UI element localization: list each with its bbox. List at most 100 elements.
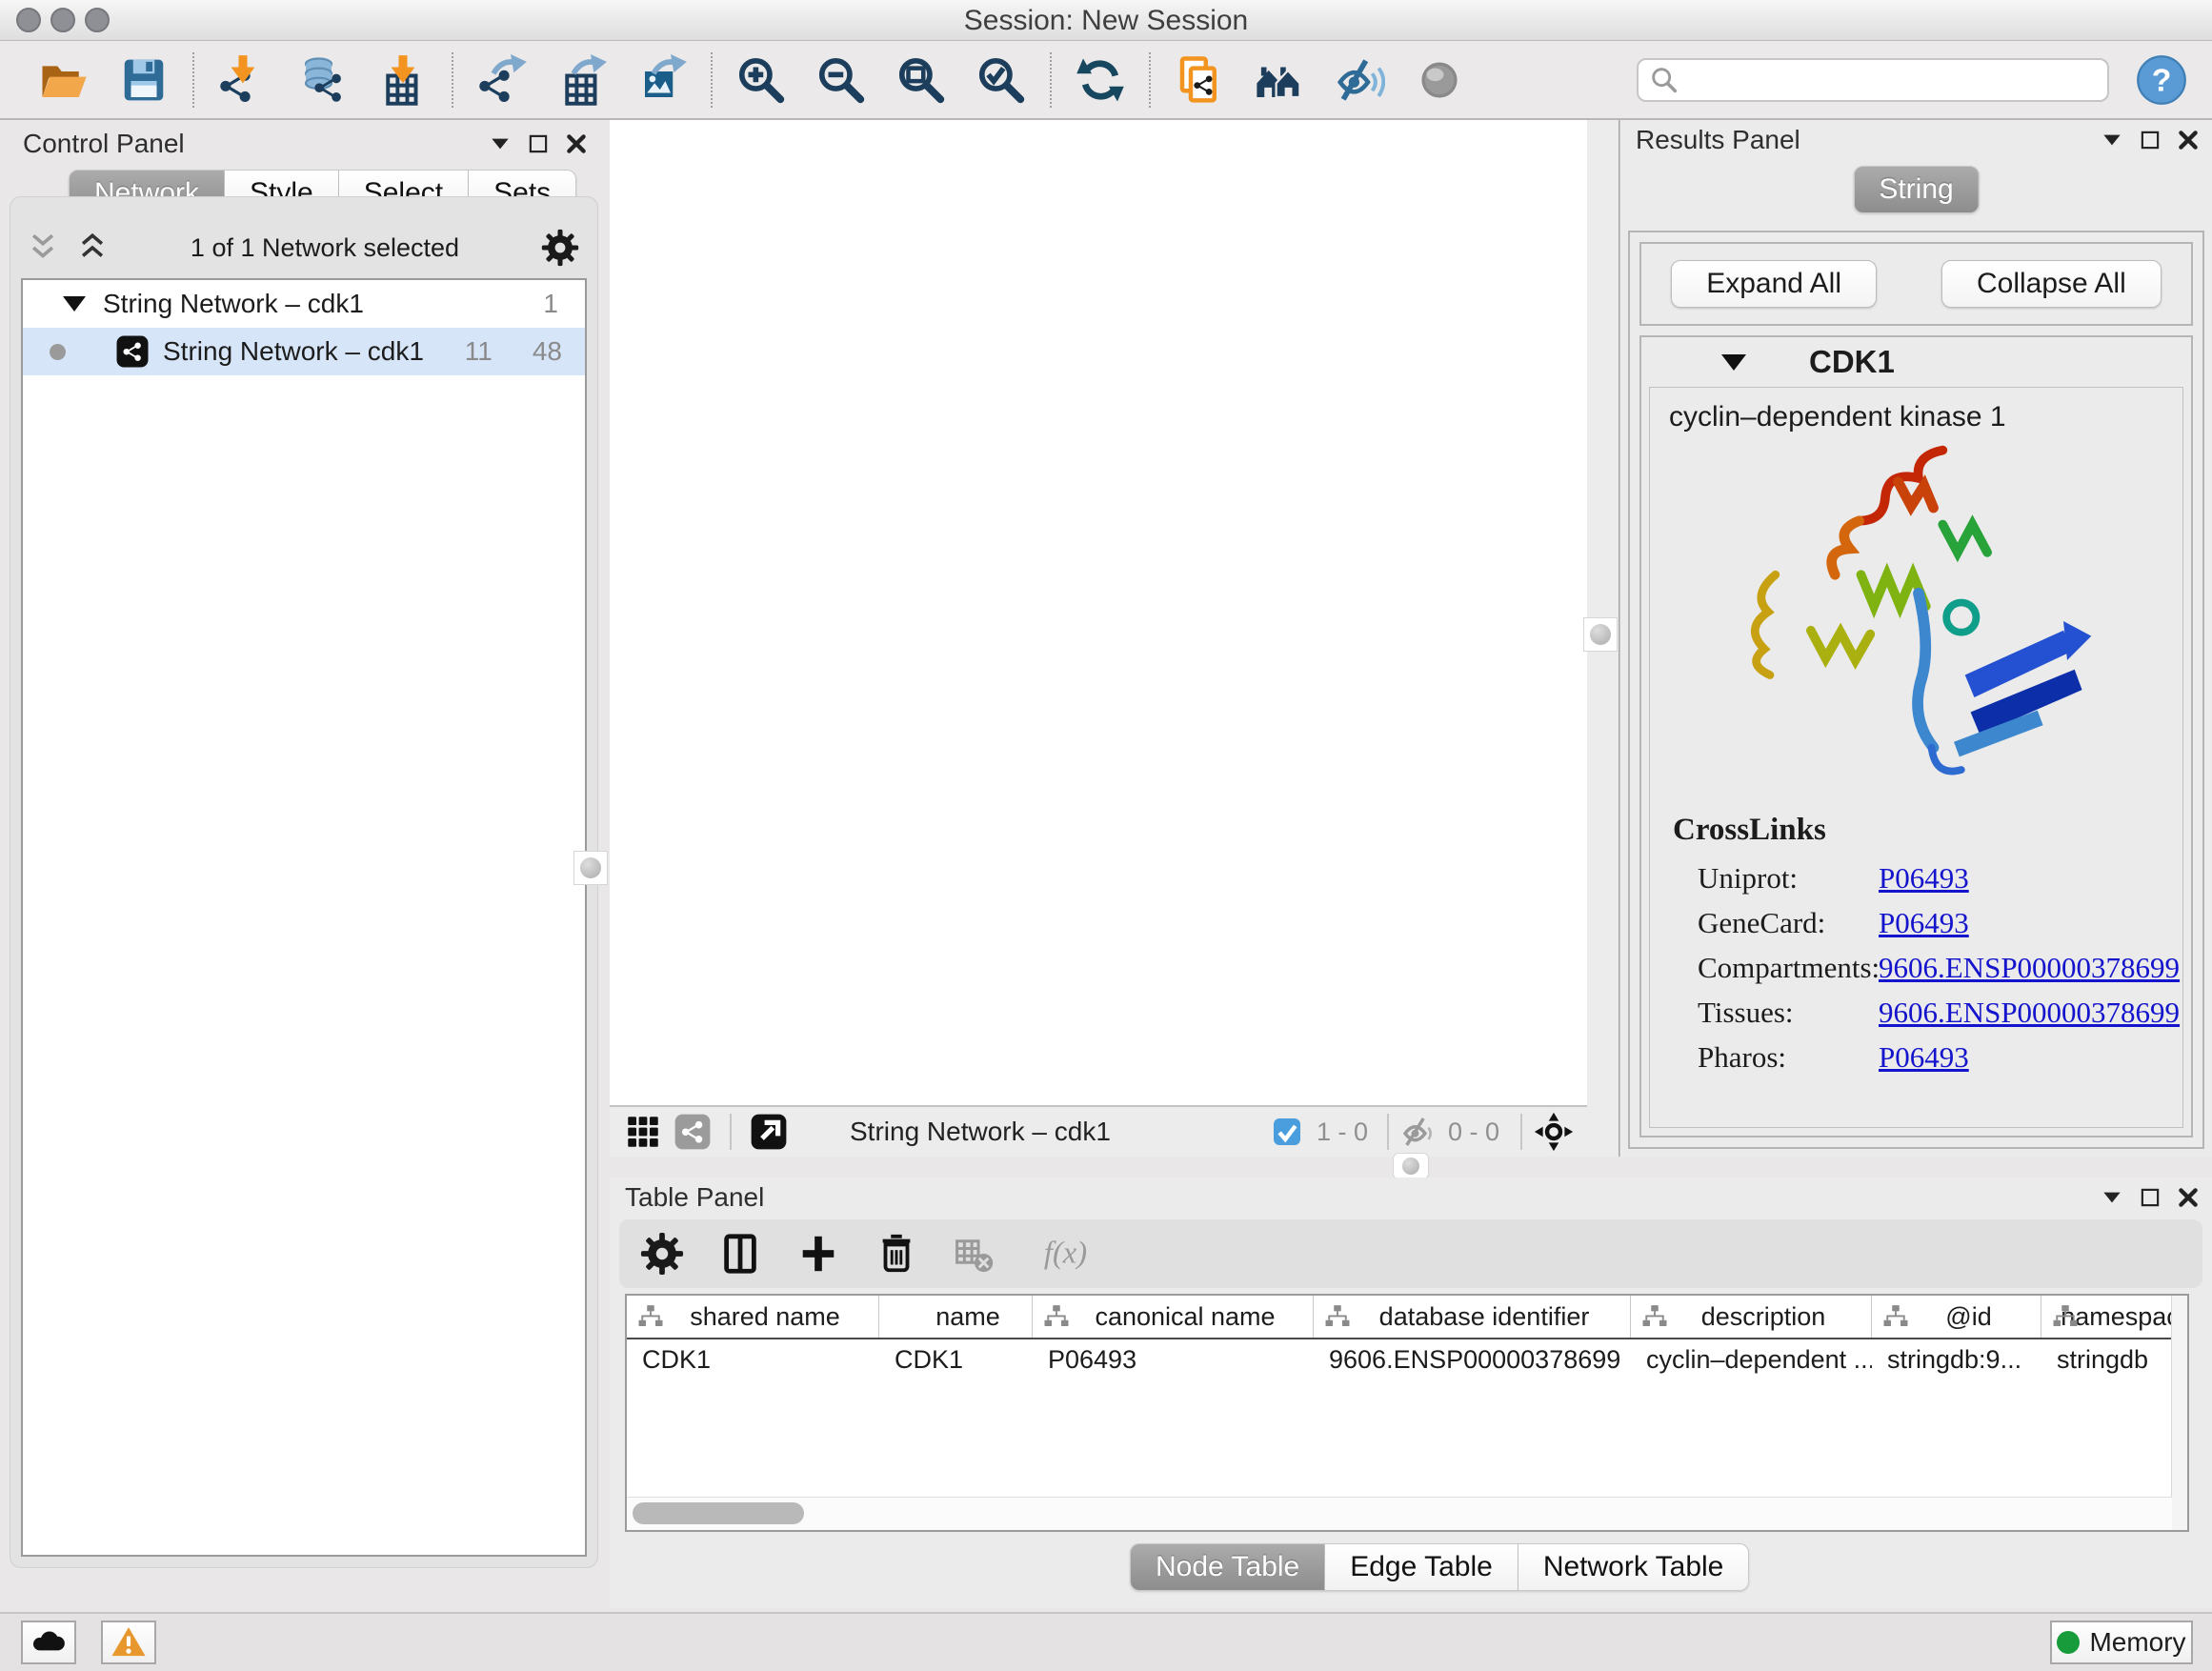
table-options-gear-icon[interactable] [640,1232,684,1276]
save-session-button[interactable] [118,54,170,106]
delete-table-icon [953,1232,996,1276]
tab-edge-table[interactable]: Edge Table [1325,1543,1518,1591]
table-cell[interactable]: CDK1 [879,1339,1033,1379]
column-label: shared name [690,1302,840,1332]
control-panel: Control Panel NetworkStyleSelectSets 1 o… [8,124,600,1608]
tab-node-table[interactable]: Node Table [1130,1543,1325,1591]
close-panel-icon[interactable] [2176,1185,2201,1210]
column-header-canonical-name[interactable]: canonical name [1033,1296,1314,1338]
export-image-button[interactable] [636,54,688,106]
help-button[interactable]: ? [2136,54,2187,106]
table-cell[interactable]: stringdb:9... [1872,1339,2041,1379]
crosslink-link[interactable]: P06493 [1879,906,1969,940]
collection-expand-icon[interactable] [63,296,86,312]
delete-column-icon[interactable] [875,1232,918,1276]
show-eye-button[interactable] [1414,54,1465,106]
open-session-button[interactable] [38,54,90,106]
collapse-panel-icon[interactable] [488,131,513,156]
network-view-toolbar: String Network – cdk1 1 - 0 0 - 0 [610,1105,1587,1157]
collapse-panel-icon[interactable] [2100,128,2124,152]
crosslink-label: GeneCard: [1698,906,1879,940]
collection-count: 1 [543,289,558,319]
tab-network-table[interactable]: Network Table [1518,1543,1750,1591]
collapse-all-networks-icon[interactable] [27,232,59,264]
table-cell[interactable]: cyclin–dependent ... [1631,1339,1872,1379]
column-label: name [935,1302,1000,1332]
table-header-row: shared name name canonical namedatabase id… [627,1296,2187,1339]
navigator-icon[interactable] [749,1112,789,1152]
zoom-fit-button[interactable] [895,54,947,106]
expand-all-button[interactable]: Expand All [1671,260,1877,308]
column-label: @id [1945,1302,1991,1332]
table-horizontal-scrollbar[interactable] [627,1497,2172,1530]
float-panel-icon[interactable] [2138,128,2162,152]
network-node-count: 11 [465,336,493,367]
zoom-out-button[interactable] [815,54,867,106]
svg-text:?: ? [2152,62,2172,98]
crosslink-link[interactable]: P06493 [1879,1040,1969,1075]
results-panel-title: Results Panel [1636,125,1800,155]
hide-glasses-button[interactable] [1334,54,1385,106]
crosslink-link[interactable]: 9606.ENSP00000378699 [1879,951,2180,985]
string-documents-button[interactable] [1174,54,1225,106]
node-table: shared name name canonical namedatabase id… [625,1294,2189,1532]
node-result-header[interactable]: CDK1 [1641,337,2191,387]
import-network-file-button[interactable] [217,54,269,106]
birds-eye-grid-icon[interactable] [623,1112,663,1152]
export-network-button[interactable] [476,54,528,106]
zoom-in-button[interactable] [735,54,787,106]
search-box[interactable] [1637,58,2109,102]
float-panel-icon[interactable] [2138,1185,2162,1210]
column-header-database-identifier[interactable]: database identifier [1314,1296,1631,1338]
tab-string[interactable]: String [1853,166,1979,213]
collapse-panel-icon[interactable] [2100,1185,2124,1210]
column-header-name[interactable]: name [879,1296,1033,1338]
table-vertical-scrollbar[interactable] [2171,1296,2187,1530]
network-options-gear-icon[interactable] [541,229,579,267]
import-network-database-button[interactable] [297,54,349,106]
search-input[interactable] [1680,64,2098,95]
expand-all-networks-icon[interactable] [76,232,109,264]
table-row[interactable]: CDK1CDK1P064939606.ENSP00000378699cyclin… [627,1339,2187,1379]
network-row-selected[interactable]: String Network – cdk1 11 48 [23,328,585,375]
entry-collapse-icon[interactable] [1721,354,1746,371]
column-header-shared-name[interactable]: shared name [627,1296,879,1338]
fit-selected-crosshair-icon[interactable] [1534,1112,1574,1152]
cloud-services-button[interactable] [21,1621,76,1664]
table-cell[interactable]: 9606.ENSP00000378699 [1314,1339,1631,1379]
left-splitter-handle[interactable] [573,851,608,885]
collapse-all-button[interactable]: Collapse All [1941,260,2162,308]
function-builder-icon: f(x) [1031,1232,1097,1276]
table-cell[interactable]: P06493 [1033,1339,1314,1379]
export-table-button[interactable] [556,54,608,106]
column-header-description[interactable]: description [1631,1296,1872,1338]
column-header--id[interactable]: @id [1872,1296,2041,1338]
zoom-selected-button[interactable] [975,54,1027,106]
show-columns-icon[interactable] [718,1232,762,1276]
table-cell[interactable]: stringdb [2041,1339,2189,1379]
memory-button[interactable]: Memory [2050,1621,2193,1664]
right-splitter-handle[interactable] [1583,617,1618,652]
float-panel-icon[interactable] [526,131,551,156]
close-panel-icon[interactable] [2176,128,2201,152]
hidden-eye-icon[interactable] [1398,1112,1438,1152]
bottom-splitter-handle[interactable] [1393,1153,1429,1179]
memory-status-dot [2057,1631,2080,1654]
table-cell[interactable]: CDK1 [627,1339,879,1379]
crosslink-link[interactable]: 9606.ENSP00000378699 [1879,996,2180,1030]
close-panel-icon[interactable] [564,131,589,156]
network-collection-row[interactable]: String Network – cdk1 1 [23,280,585,328]
import-table-file-button[interactable] [377,54,429,106]
cytoscape-window: Session: New Session ? Control Panel Net… [0,0,2212,1671]
column-tree-icon [1640,1302,1669,1331]
selected-checkbox-icon[interactable] [1267,1112,1307,1152]
network-view-canvas[interactable] [610,120,1587,1105]
crosslink-link[interactable]: P06493 [1879,861,1969,896]
create-column-icon[interactable] [796,1232,840,1276]
string-homes-button[interactable] [1254,54,1305,106]
update-network-button[interactable] [1075,54,1126,106]
column-header-namespace[interactable]: namespace [2041,1296,2189,1338]
warnings-button[interactable] [101,1621,156,1664]
string-share-icon[interactable] [673,1112,713,1152]
scrollbar-thumb[interactable] [633,1502,804,1524]
